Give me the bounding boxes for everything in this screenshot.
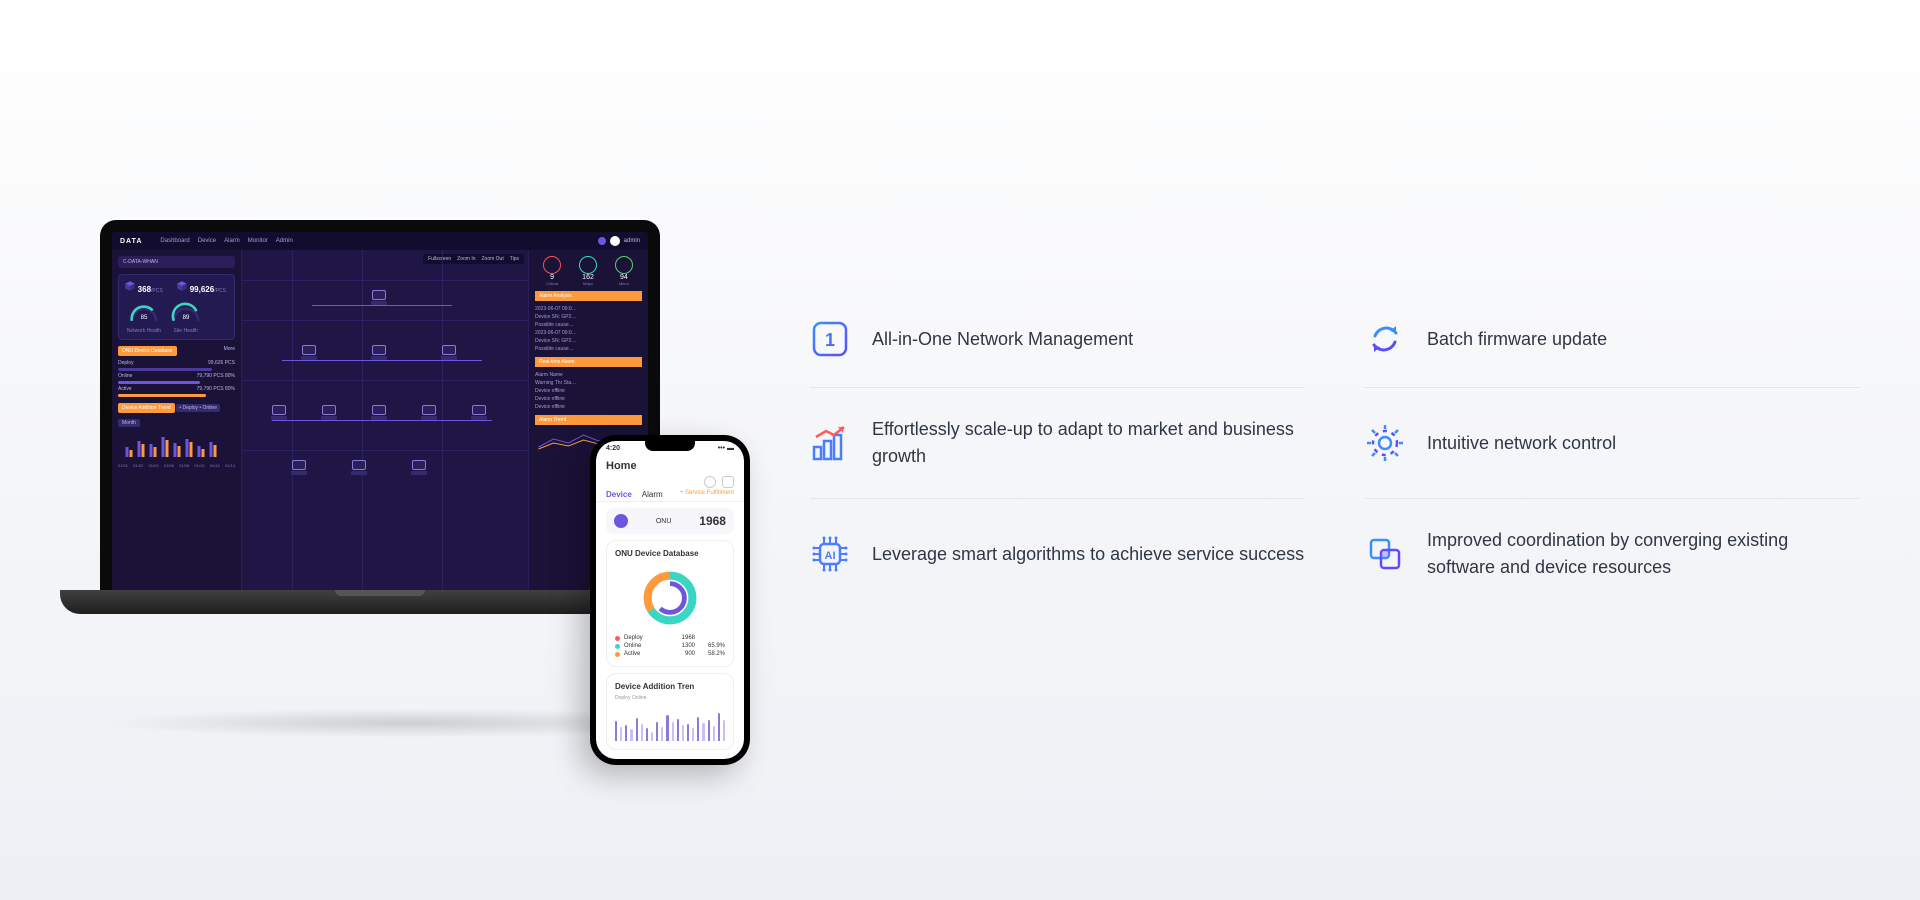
refresh-icon <box>1365 319 1405 359</box>
nav-monitor: Monitor <box>248 238 268 244</box>
onu-database-card: ONU Device Database Deploy1968 Online130… <box>606 540 734 667</box>
nav-alarm: Alarm <box>224 238 240 244</box>
feature-batch-update: Batch firmware update <box>1365 291 1860 388</box>
phone-title: Home <box>606 460 734 472</box>
settings-icon <box>722 476 734 488</box>
tab-device: Device <box>606 490 632 499</box>
status-dot-icon <box>598 237 606 245</box>
logo: DATA <box>120 238 142 245</box>
avatar <box>610 236 620 246</box>
device-mockups: DATA Dashboard Device Alarm Monitor Admi… <box>60 190 740 710</box>
onu-database-section: ONU Device Database More Deploy99,626 PC… <box>118 346 235 397</box>
onu-icon <box>614 514 628 528</box>
tab-alarm: Alarm <box>642 490 663 499</box>
alarm-counters: 9Critical 162Major 94Minor <box>535 256 642 287</box>
feature-scale-up: Effortlessly scale-up to adapt to market… <box>810 388 1305 499</box>
gear-icon <box>1365 423 1405 463</box>
feature-intuitive-control: Intuitive network control <box>1365 388 1860 499</box>
growth-icon <box>810 423 850 463</box>
svg-text:1: 1 <box>825 330 835 350</box>
username: admin <box>624 238 640 244</box>
signal-icon: ••• ▬ <box>718 445 734 452</box>
feature-converge: Improved coordination by converging exis… <box>1365 499 1860 609</box>
service-fulfillment-link: + Service Fulfillment <box>680 490 734 499</box>
svg-text:AI: AI <box>825 550 836 562</box>
converge-icon <box>1365 534 1405 574</box>
topology-node <box>372 290 386 300</box>
addition-trend-chart <box>118 427 235 461</box>
svg-text:85: 85 <box>141 315 148 321</box>
svg-text:89: 89 <box>182 315 189 321</box>
donut-chart <box>638 566 702 630</box>
nav-admin: Admin <box>276 238 293 244</box>
phone-mockup: 4:20 ••• ▬ Home Device Alarm + Service F… <box>590 435 750 765</box>
cube-icon <box>176 280 188 292</box>
ai-icon: AI <box>810 534 850 574</box>
dashboard-screenshot: DATA Dashboard Device Alarm Monitor Admi… <box>112 232 648 590</box>
addition-trend-card: Device Addition Tren Deploy Online <box>606 673 734 750</box>
dashboard-navbar: DATA Dashboard Device Alarm Monitor Admi… <box>112 232 648 250</box>
map-toolbar: FullscreenZoom InZoom OutTips <box>423 254 524 264</box>
cube-icon <box>124 280 136 292</box>
gauge-site-health: 89 Site Health <box>168 300 204 326</box>
dashboard-left-panel: C-DATA-WHAN 368/PCS 99,626/PCS <box>112 250 242 590</box>
number-one-icon: 1 <box>810 319 850 359</box>
feature-all-in-one: 1 All-in-One Network Management <box>810 291 1305 388</box>
addition-trend-section: Device Addition Trend • Deploy • Online … <box>118 403 235 468</box>
gauge-network-health: 85 Network Health <box>126 300 162 326</box>
feature-grid: 1 All-in-One Network Management Batch fi… <box>810 291 1860 609</box>
region-select: C-DATA-WHAN <box>118 256 235 268</box>
feature-smart-algorithms: AI Leverage smart algorithms to achieve … <box>810 499 1305 609</box>
phone-bar-chart <box>615 701 725 741</box>
phone-tabs: Device Alarm + Service Fulfillment <box>596 488 744 502</box>
notification-icon <box>704 476 716 488</box>
nav-dashboard: Dashboard <box>160 238 189 244</box>
topology-map: FullscreenZoom InZoom OutTips <box>242 250 528 590</box>
stats-card: 368/PCS 99,626/PCS 85 Network Health <box>118 274 235 340</box>
nav-device: Device <box>198 238 216 244</box>
onu-metric: ONU 1968 <box>606 508 734 534</box>
